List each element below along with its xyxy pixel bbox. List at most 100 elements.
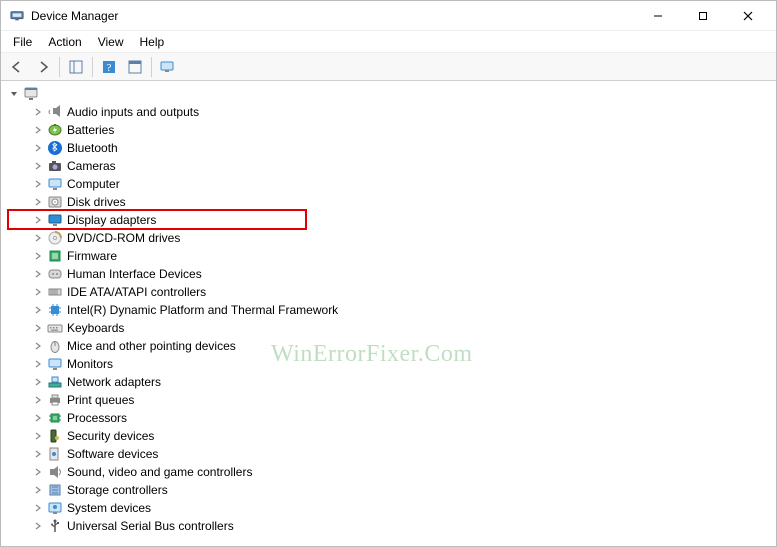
expand-arrow-icon[interactable] [31, 303, 45, 317]
expand-arrow-icon[interactable] [31, 123, 45, 137]
expand-arrow-icon[interactable] [31, 285, 45, 299]
monitor-icon [47, 176, 63, 192]
category-label: Firmware [67, 249, 117, 263]
category-label: Mice and other pointing devices [67, 339, 236, 353]
expand-arrow-icon[interactable] [31, 393, 45, 407]
category-label: Display adapters [67, 213, 156, 227]
expand-arrow-icon[interactable] [31, 213, 45, 227]
category-label: Audio inputs and outputs [67, 105, 199, 119]
minimize-button[interactable] [635, 2, 680, 30]
show-hide-console-tree-button[interactable] [64, 56, 88, 78]
device-category-row[interactable]: Processors [35, 409, 774, 427]
menubar: File Action View Help [1, 31, 776, 53]
expand-arrow-icon[interactable] [31, 375, 45, 389]
forward-button[interactable] [31, 56, 55, 78]
expand-arrow-icon[interactable] [31, 339, 45, 353]
device-category-row[interactable]: Human Interface Devices [35, 265, 774, 283]
category-label: Network adapters [67, 375, 161, 389]
back-button[interactable] [5, 56, 29, 78]
category-label: Sound, video and game controllers [67, 465, 252, 479]
device-category-row[interactable]: Universal Serial Bus controllers [35, 517, 774, 535]
device-category-row[interactable]: Mice and other pointing devices [35, 337, 774, 355]
device-category-row[interactable]: Audio inputs and outputs [35, 103, 774, 121]
expand-arrow-icon[interactable] [31, 357, 45, 371]
category-label: IDE ATA/ATAPI controllers [67, 285, 206, 299]
toolbar-separator [59, 57, 60, 77]
category-label: Cameras [67, 159, 116, 173]
computer-icon [23, 86, 39, 102]
system-icon [47, 500, 63, 516]
device-category-row[interactable]: Network adapters [35, 373, 774, 391]
expand-arrow-icon[interactable] [31, 501, 45, 515]
mouse-icon [47, 338, 63, 354]
category-label: Batteries [67, 123, 114, 137]
security-icon [47, 428, 63, 444]
device-category-row[interactable]: System devices [35, 499, 774, 517]
cd-icon [47, 230, 63, 246]
expand-arrow-icon[interactable] [31, 159, 45, 173]
device-category-row[interactable]: Storage controllers [35, 481, 774, 499]
expand-arrow-icon[interactable] [31, 195, 45, 209]
window-controls [635, 2, 770, 30]
device-category-row[interactable]: Firmware [35, 247, 774, 265]
close-button[interactable] [725, 2, 770, 30]
category-label: Software devices [67, 447, 158, 461]
device-category-row[interactable]: Batteries [35, 121, 774, 139]
printer-icon [47, 392, 63, 408]
expand-arrow-icon[interactable] [31, 411, 45, 425]
category-label: Processors [67, 411, 127, 425]
maximize-button[interactable] [680, 2, 725, 30]
device-category-row[interactable]: Disk drives [35, 193, 774, 211]
expand-arrow-icon[interactable] [31, 105, 45, 119]
device-manager-window: Device Manager File Action View Help ? [0, 0, 777, 547]
expand-arrow-icon[interactable] [31, 231, 45, 245]
expand-arrow-icon[interactable] [31, 447, 45, 461]
device-category-row[interactable]: Software devices [35, 445, 774, 463]
category-label: Computer [67, 177, 120, 191]
toolbar-separator [92, 57, 93, 77]
device-category-row[interactable]: Cameras [35, 157, 774, 175]
device-category-row[interactable]: Monitors [35, 355, 774, 373]
expand-arrow-icon[interactable] [31, 483, 45, 497]
chip-icon [47, 302, 63, 318]
device-category-row[interactable]: IDE ATA/ATAPI controllers [35, 283, 774, 301]
battery-icon [47, 122, 63, 138]
device-category-row[interactable]: Keyboards [35, 319, 774, 337]
device-category-row[interactable]: DVD/CD-ROM drives [35, 229, 774, 247]
tree-root: Audio inputs and outputs Batteries Bluet… [7, 85, 774, 535]
scan-hardware-button[interactable] [156, 56, 180, 78]
properties-button[interactable] [123, 56, 147, 78]
cpu-icon [47, 410, 63, 426]
device-category-row[interactable]: Bluetooth [35, 139, 774, 157]
expand-arrow-icon[interactable] [31, 429, 45, 443]
hid-icon [47, 266, 63, 282]
menu-file[interactable]: File [5, 33, 40, 51]
device-category-row[interactable]: Print queues [35, 391, 774, 409]
expand-arrow-icon[interactable] [31, 141, 45, 155]
category-label: Human Interface Devices [67, 267, 202, 281]
expand-arrow-icon[interactable] [31, 267, 45, 281]
expand-arrow-icon[interactable] [31, 177, 45, 191]
category-label: Universal Serial Bus controllers [67, 519, 234, 533]
help-button[interactable]: ? [97, 56, 121, 78]
menu-help[interactable]: Help [132, 33, 173, 51]
menu-view[interactable]: View [90, 33, 132, 51]
category-label: Monitors [67, 357, 113, 371]
root-node[interactable] [7, 85, 774, 103]
expand-arrow-icon[interactable] [31, 321, 45, 335]
device-category-row[interactable]: Intel(R) Dynamic Platform and Thermal Fr… [35, 301, 774, 319]
firmware-icon [47, 248, 63, 264]
device-category-row[interactable]: Security devices [35, 427, 774, 445]
expand-arrow-icon[interactable] [31, 465, 45, 479]
device-category-row[interactable]: Display adapters [35, 211, 774, 229]
category-label: Keyboards [67, 321, 124, 335]
expand-arrow-icon[interactable] [31, 519, 45, 533]
device-category-row[interactable]: Computer [35, 175, 774, 193]
monitor-icon [47, 356, 63, 372]
window-title: Device Manager [31, 9, 635, 23]
expand-collapse-arrow[interactable] [7, 87, 21, 101]
device-tree-pane[interactable]: Audio inputs and outputs Batteries Bluet… [1, 81, 776, 546]
expand-arrow-icon[interactable] [31, 249, 45, 263]
menu-action[interactable]: Action [40, 33, 89, 51]
device-category-row[interactable]: Sound, video and game controllers [35, 463, 774, 481]
